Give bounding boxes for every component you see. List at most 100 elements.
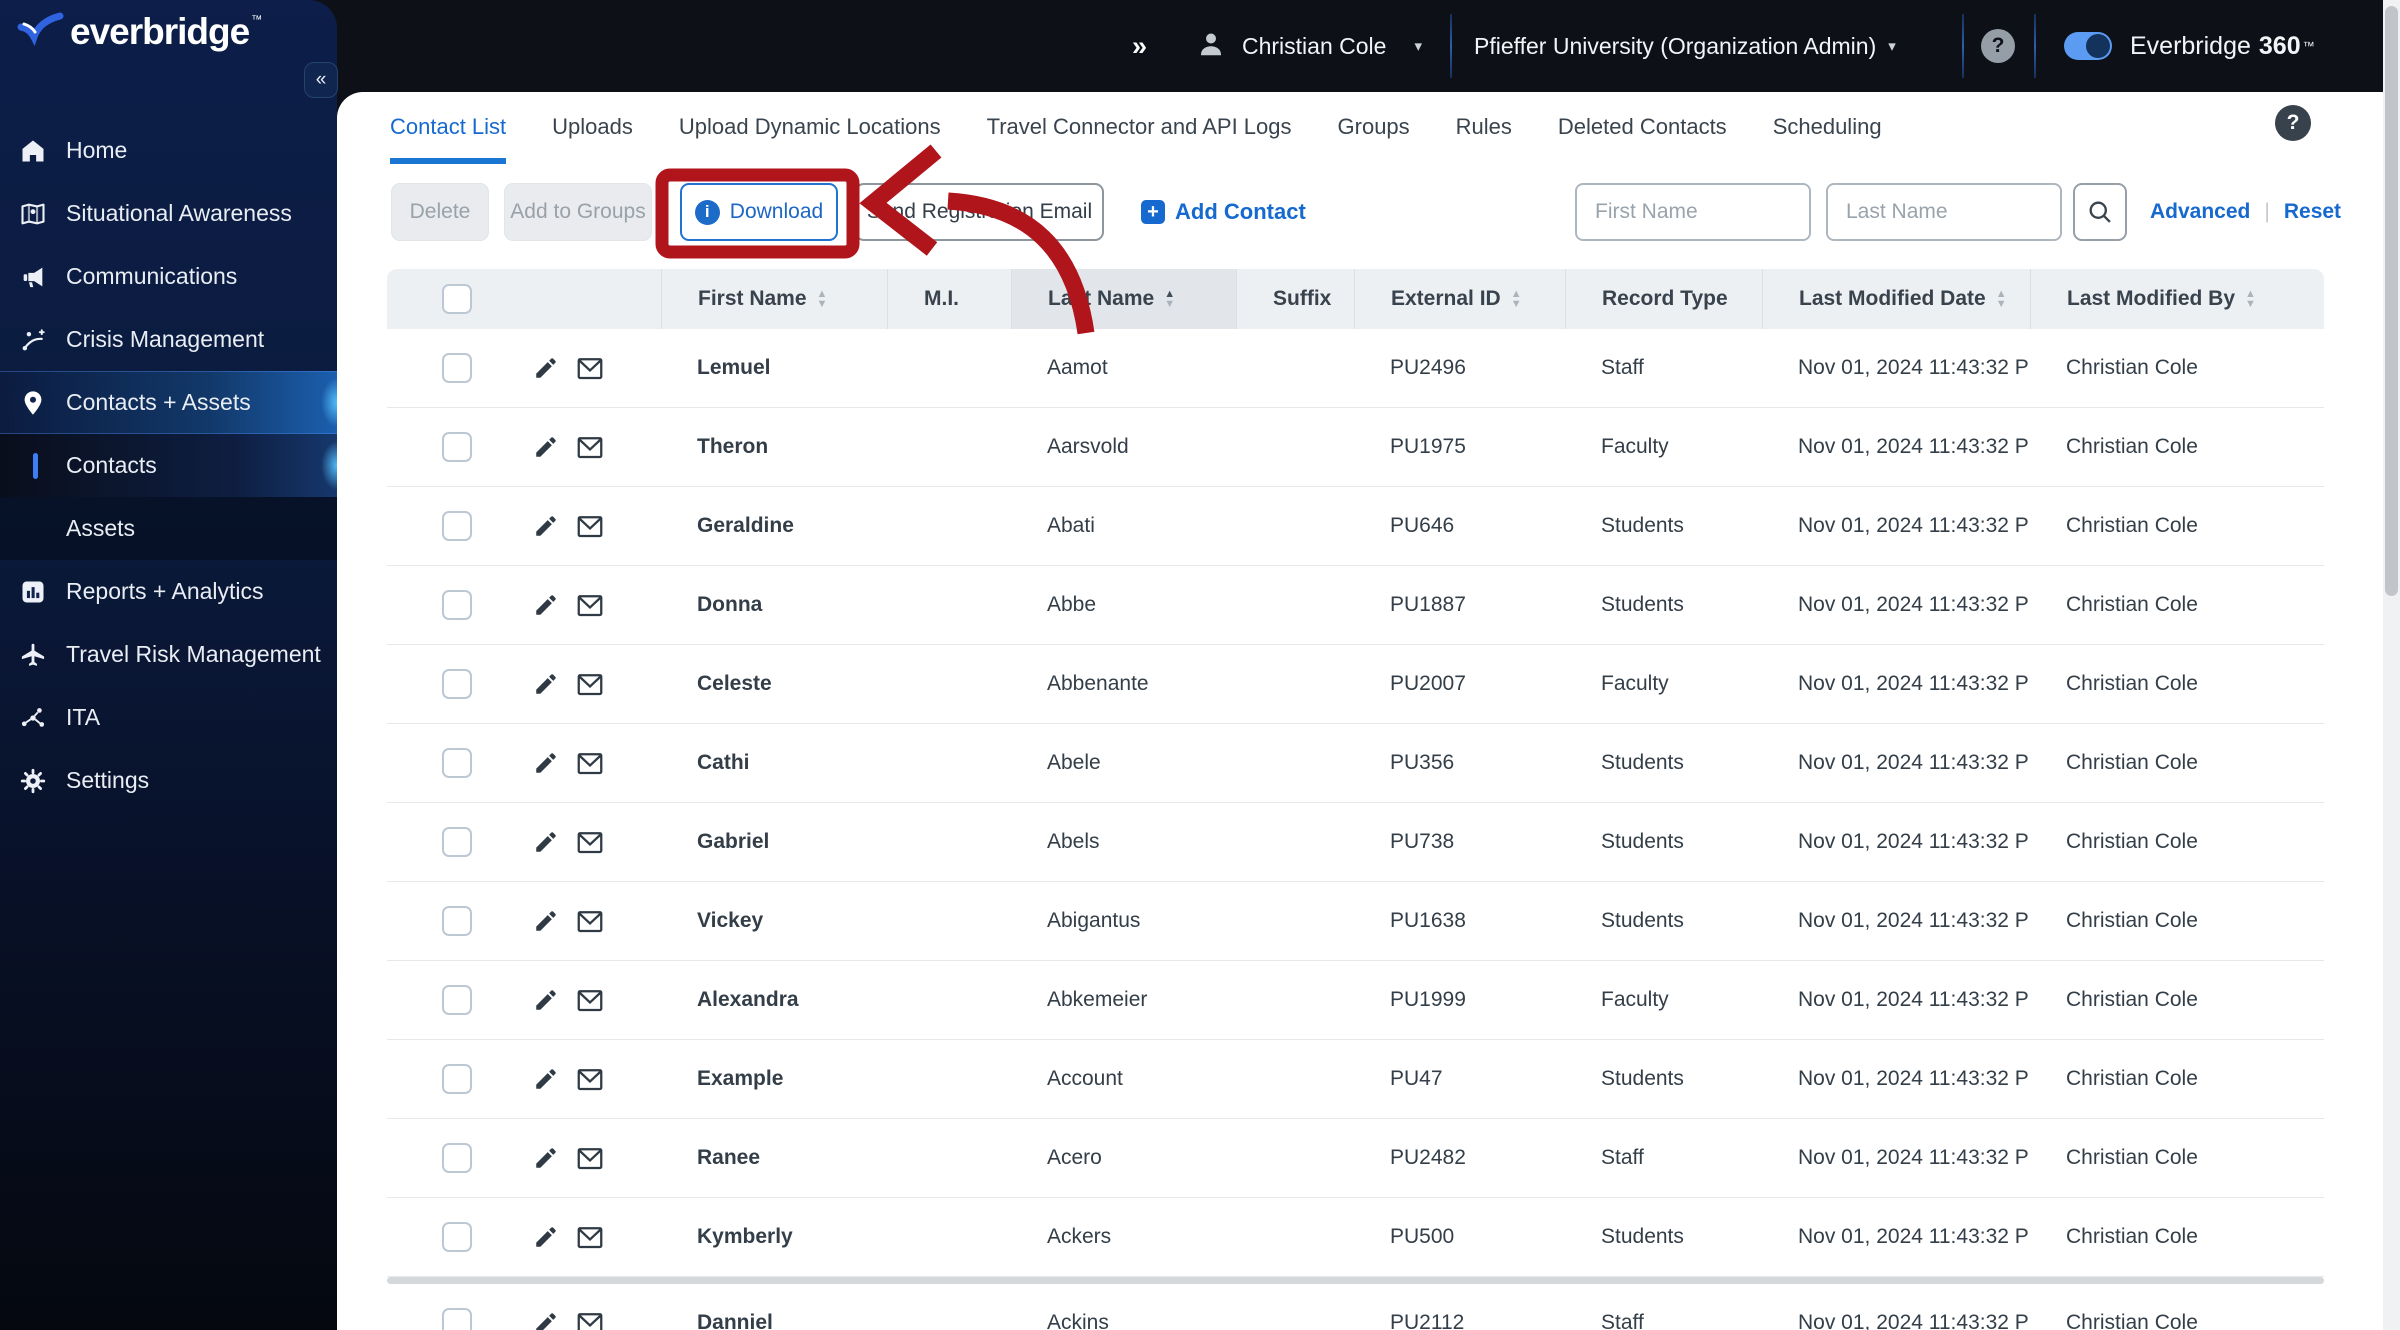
tab-uploads[interactable]: Uploads xyxy=(552,92,633,164)
send-registration-email-button[interactable]: Send Registration Email xyxy=(855,183,1104,241)
delete-button[interactable]: Delete xyxy=(391,183,489,241)
edit-pencil-icon[interactable] xyxy=(531,590,561,620)
sidebar-item-contacts[interactable]: Contacts xyxy=(0,434,337,497)
row-checkbox[interactable] xyxy=(442,669,472,699)
horizontal-scrollbar[interactable] xyxy=(387,1277,2324,1284)
expand-menu-icon[interactable]: » xyxy=(1132,0,1147,92)
email-envelope-icon[interactable] xyxy=(575,590,605,620)
sort-icon[interactable]: ▲ ▼ xyxy=(1511,289,1522,310)
sort-icon[interactable]: ▲ ▼ xyxy=(1164,289,1175,310)
table-row[interactable]: Alexandra Abkemeier PU1999 Faculty Nov 01, 2… xyxy=(387,961,2324,1040)
tab-upload-dynamic-locations[interactable]: Upload Dynamic Locations xyxy=(679,92,941,164)
email-envelope-icon[interactable] xyxy=(575,432,605,462)
edit-pencil-icon[interactable] xyxy=(531,432,561,462)
vertical-scrollbar-thumb[interactable] xyxy=(2385,6,2398,596)
table-row[interactable]: Donna Abbe PU1887 Students Nov 01, 2024 11:4… xyxy=(387,566,2324,645)
edit-pencil-icon[interactable] xyxy=(531,1064,561,1094)
sidebar-collapse-button[interactable]: « xyxy=(304,62,338,98)
row-checkbox[interactable] xyxy=(442,1308,472,1330)
tab-scheduling[interactable]: Scheduling xyxy=(1773,92,1882,164)
sort-icon[interactable]: ▲ ▼ xyxy=(817,289,828,310)
edit-pencil-icon[interactable] xyxy=(531,906,561,936)
row-checkbox[interactable] xyxy=(442,906,472,936)
table-row[interactable]: Kymberly Ackers PU500 Students Nov 01, 2024 … xyxy=(387,1198,2324,1277)
search-button[interactable] xyxy=(2073,183,2127,241)
row-checkbox[interactable] xyxy=(442,985,472,1015)
email-envelope-icon[interactable] xyxy=(575,1222,605,1252)
first-name-input[interactable] xyxy=(1575,183,1811,241)
download-button[interactable]: i Download xyxy=(680,183,838,241)
add-to-groups-button[interactable]: Add to Groups xyxy=(504,183,652,241)
row-checkbox[interactable] xyxy=(442,353,472,383)
help-button[interactable]: ? xyxy=(1978,0,2018,92)
sidebar-item-travel-risk-management[interactable]: Travel Risk Management xyxy=(0,623,337,686)
table-row[interactable]: Vickey Abigantus PU1638 Students Nov 01, 202… xyxy=(387,882,2324,961)
sidebar-item-assets[interactable]: Assets xyxy=(0,497,337,560)
sidebar-item-ita[interactable]: ITA xyxy=(0,686,337,749)
select-all-checkbox[interactable] xyxy=(442,284,472,314)
edit-pencil-icon[interactable] xyxy=(531,669,561,699)
column-header-modified_by[interactable]: Last Modified By ▲ ▼ xyxy=(2030,269,2324,329)
row-checkbox[interactable] xyxy=(442,748,472,778)
advanced-link[interactable]: Advanced xyxy=(2150,200,2250,224)
email-envelope-icon[interactable] xyxy=(575,827,605,857)
sidebar-item-reports-analytics[interactable]: Reports + Analytics xyxy=(0,560,337,623)
sort-icon[interactable]: ▲ ▼ xyxy=(2245,289,2256,310)
email-envelope-icon[interactable] xyxy=(575,985,605,1015)
sidebar-item-home[interactable]: Home xyxy=(0,119,337,182)
sidebar-item-crisis-management[interactable]: Crisis Management xyxy=(0,308,337,371)
email-envelope-icon[interactable] xyxy=(575,1143,605,1173)
sidebar-item-communications[interactable]: Communications xyxy=(0,245,337,308)
last-name-input[interactable] xyxy=(1826,183,2062,241)
email-envelope-icon[interactable] xyxy=(575,669,605,699)
column-header-first[interactable]: First Name ▲ ▼ xyxy=(661,269,887,329)
column-header-external_id[interactable]: External ID ▲ ▼ xyxy=(1354,269,1565,329)
add-contact-button[interactable]: + Add Contact xyxy=(1141,183,1306,241)
page-help-button[interactable]: ? xyxy=(2275,105,2311,141)
sidebar-item-situational-awareness[interactable]: Situational Awareness xyxy=(0,182,337,245)
reset-link[interactable]: Reset xyxy=(2284,200,2341,224)
table-row[interactable]: Celeste Abbenante PU2007 Faculty Nov 01, 202… xyxy=(387,645,2324,724)
sidebar-item-settings[interactable]: Settings xyxy=(0,749,337,812)
row-checkbox[interactable] xyxy=(442,827,472,857)
tab-deleted-contacts[interactable]: Deleted Contacts xyxy=(1558,92,1727,164)
table-row[interactable]: Example Account PU47 Students Nov 01, 2024 1… xyxy=(387,1040,2324,1119)
everbridge-360-toggle[interactable] xyxy=(2064,32,2112,60)
email-envelope-icon[interactable] xyxy=(575,906,605,936)
table-row[interactable]: Danniel Ackins PU2112 Staff Nov 01, 2024 11:… xyxy=(387,1284,2324,1330)
edit-pencil-icon[interactable] xyxy=(531,827,561,857)
tab-travel-connector-and-api-logs[interactable]: Travel Connector and API Logs xyxy=(987,92,1292,164)
tab-contact-list[interactable]: Contact List xyxy=(390,92,507,164)
tab-rules[interactable]: Rules xyxy=(1456,92,1512,164)
edit-pencil-icon[interactable] xyxy=(531,511,561,541)
user-menu[interactable]: Christian Cole ▾ xyxy=(1196,0,1422,92)
organization-selector[interactable]: Pfieffer University (Organization Admin)… xyxy=(1474,0,1896,92)
row-checkbox[interactable] xyxy=(442,1222,472,1252)
email-envelope-icon[interactable] xyxy=(575,1308,605,1330)
edit-pencil-icon[interactable] xyxy=(531,353,561,383)
email-envelope-icon[interactable] xyxy=(575,511,605,541)
sidebar-item-contacts-assets[interactable]: Contacts + Assets xyxy=(0,371,337,434)
edit-pencil-icon[interactable] xyxy=(531,1222,561,1252)
email-envelope-icon[interactable] xyxy=(575,353,605,383)
edit-pencil-icon[interactable] xyxy=(531,1143,561,1173)
table-row[interactable]: Ranee Acero PU2482 Staff Nov 01, 2024 11:43:… xyxy=(387,1119,2324,1198)
row-checkbox[interactable] xyxy=(442,432,472,462)
row-checkbox[interactable] xyxy=(442,511,472,541)
table-row[interactable]: Cathi Abele PU356 Students Nov 01, 2024 11:4… xyxy=(387,724,2324,803)
table-row[interactable]: Lemuel Aamot PU2496 Staff Nov 01, 2024 11:43… xyxy=(387,329,2324,408)
tab-groups[interactable]: Groups xyxy=(1338,92,1410,164)
edit-pencil-icon[interactable] xyxy=(531,985,561,1015)
table-row[interactable]: Theron Aarsvold PU1975 Faculty Nov 01, 2024 … xyxy=(387,408,2324,487)
email-envelope-icon[interactable] xyxy=(575,1064,605,1094)
table-row[interactable]: Gabriel Abels PU738 Students Nov 01, 2024 11… xyxy=(387,803,2324,882)
column-header-last[interactable]: Last Name ▲ ▼ xyxy=(1011,269,1236,329)
edit-pencil-icon[interactable] xyxy=(531,748,561,778)
edit-pencil-icon[interactable] xyxy=(531,1308,561,1330)
sort-icon[interactable]: ▲ ▼ xyxy=(1996,289,2007,310)
table-row[interactable]: Geraldine Abati PU646 Students Nov 01, 2024 … xyxy=(387,487,2324,566)
column-header-modified_date[interactable]: Last Modified Date ▲ ▼ xyxy=(1762,269,2030,329)
row-checkbox[interactable] xyxy=(442,1064,472,1094)
email-envelope-icon[interactable] xyxy=(575,748,605,778)
row-checkbox[interactable] xyxy=(442,590,472,620)
